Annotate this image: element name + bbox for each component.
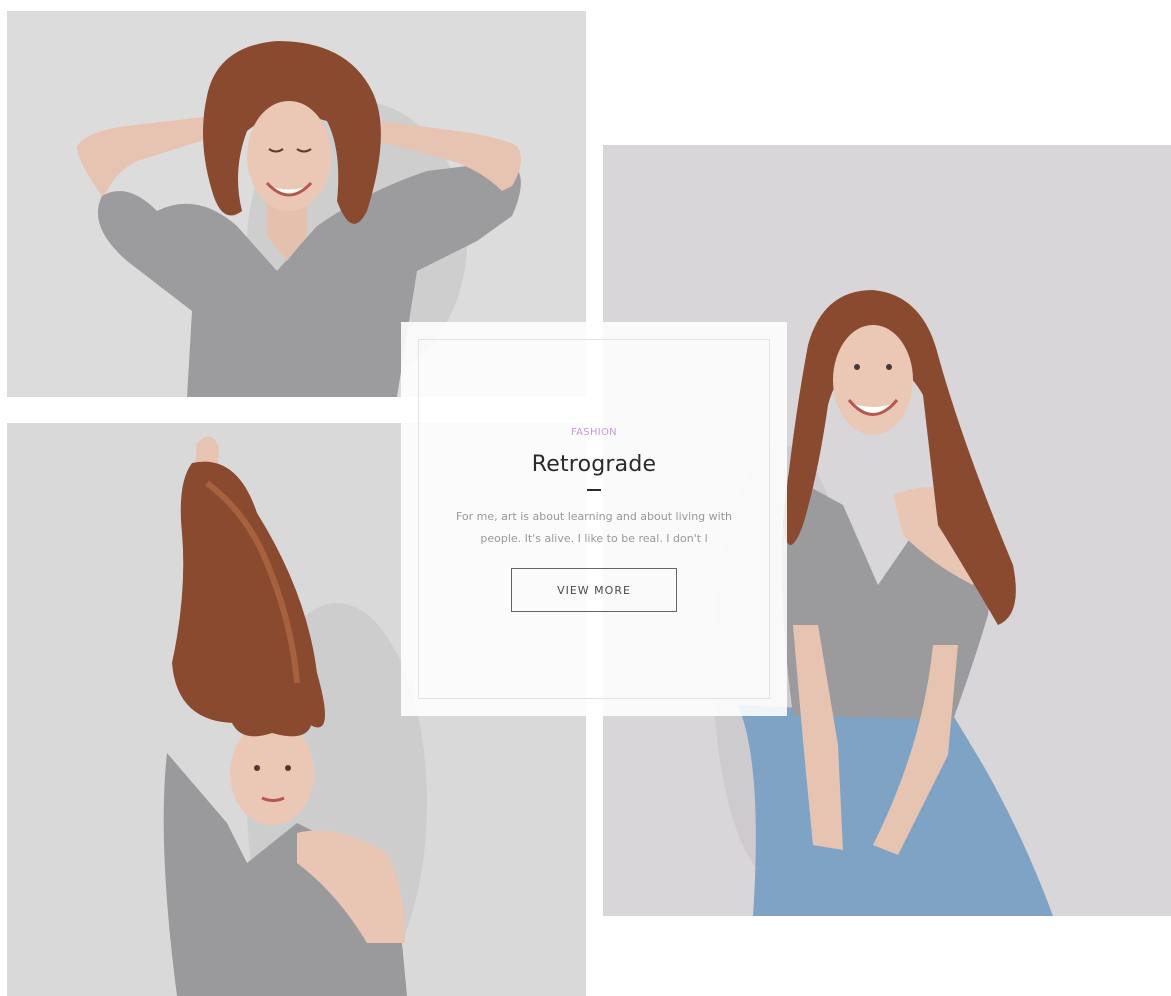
post-excerpt: For me, art is about learning and about …	[455, 510, 732, 545]
post-title[interactable]: Retrograde	[401, 451, 787, 479]
post-category[interactable]: FASHION	[401, 426, 787, 440]
card-content: FASHION Retrograde For me, art is about …	[401, 426, 787, 612]
view-more-button[interactable]: VIEW MORE	[511, 568, 677, 612]
title-divider	[587, 489, 601, 491]
featured-post-card: FASHION Retrograde For me, art is about …	[401, 322, 787, 716]
